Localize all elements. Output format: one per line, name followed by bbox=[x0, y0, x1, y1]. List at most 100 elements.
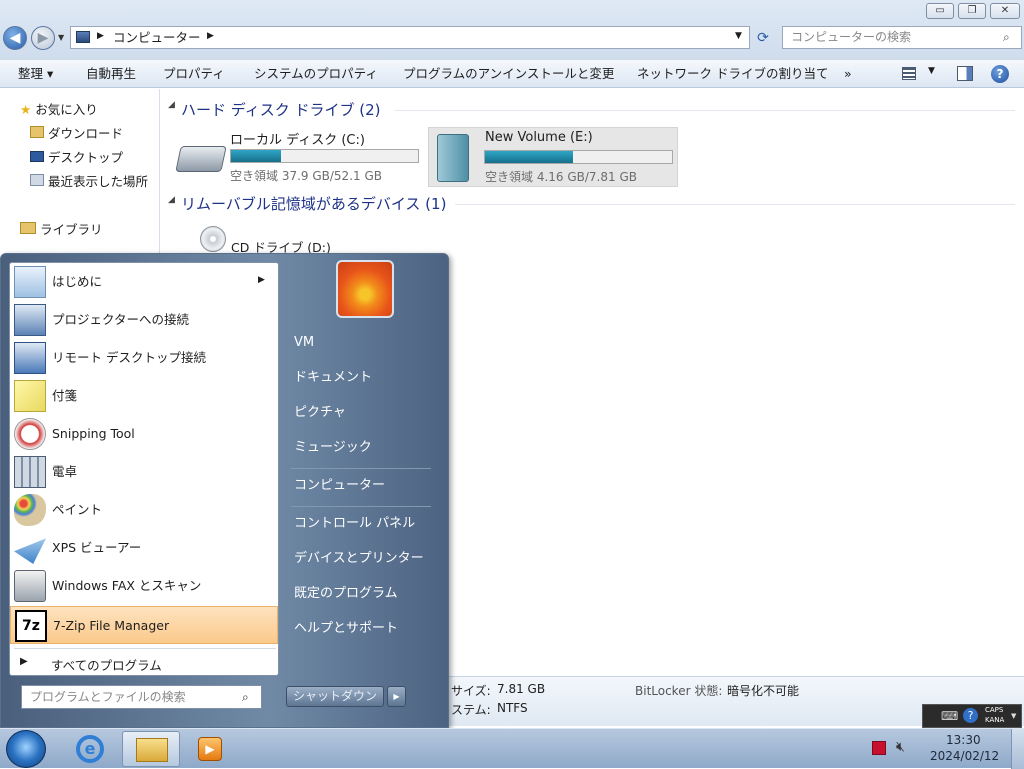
drive-name: New Volume (E:) bbox=[485, 130, 593, 145]
link-computer[interactable]: コンピューター bbox=[286, 471, 441, 501]
volume-icon bbox=[437, 134, 469, 182]
program-sticky-notes[interactable]: 付箋 bbox=[10, 377, 278, 415]
breadcrumb-arrow-icon[interactable]: ▶ bbox=[207, 31, 214, 41]
program-label: 付箋 bbox=[52, 388, 78, 403]
hdd-group-header[interactable]: ハード ディスク ドライブ (2) bbox=[181, 99, 381, 120]
help-icon[interactable]: ? bbox=[963, 708, 978, 723]
collapse-group-icon[interactable]: ◢ bbox=[168, 195, 175, 205]
command-bar: 整理 ▾ 自動再生 プロパティ システムのプロパティ プログラムのアンインストー… bbox=[0, 60, 1024, 88]
program-xps-viewer[interactable]: XPS ビューアー bbox=[10, 529, 278, 567]
program-label: プロジェクターへの接続 bbox=[52, 312, 190, 327]
map-network-drive-button[interactable]: ネットワーク ドライブの割り当て bbox=[637, 60, 828, 88]
minimize-button[interactable]: ▭ bbox=[926, 3, 954, 19]
help-icon[interactable]: ? bbox=[991, 65, 1009, 83]
all-programs-label: すべてのプログラム bbox=[51, 658, 162, 673]
program-connect-projector[interactable]: プロジェクターへの接続 bbox=[10, 301, 278, 339]
all-programs-button[interactable]: ▶ すべてのプログラム bbox=[10, 651, 278, 675]
pinned-programs-list: はじめに ▶ プロジェクターへの接続 リモート デスクトップ接続 付箋 Snip… bbox=[9, 262, 279, 676]
breadcrumb-computer[interactable]: コンピューター bbox=[113, 29, 201, 46]
menu-separator bbox=[291, 468, 431, 469]
autoplay-button[interactable]: 自動再生 bbox=[86, 60, 136, 88]
sticky-notes-icon bbox=[14, 380, 46, 412]
media-player-icon: ▶ bbox=[198, 737, 222, 761]
nav-downloads[interactable]: ダウンロード bbox=[30, 123, 123, 145]
cd-drive-icon bbox=[200, 226, 226, 252]
view-options-icon[interactable] bbox=[902, 67, 916, 80]
nav-libraries[interactable]: ライブラリ bbox=[20, 219, 103, 241]
search-icon[interactable]: ⌕ bbox=[1003, 27, 1010, 48]
address-bar[interactable]: ▶ コンピューター ▶ ▼ bbox=[70, 26, 750, 49]
breadcrumb-arrow-icon[interactable]: ▶ bbox=[97, 31, 104, 41]
shutdown-button[interactable]: シャットダウン bbox=[286, 686, 384, 707]
maximize-button[interactable]: ❐ bbox=[958, 3, 986, 19]
recent-places-icon bbox=[30, 174, 44, 186]
view-dropdown-icon[interactable]: ▼ bbox=[928, 66, 935, 76]
taskbar-internet-explorer[interactable]: e bbox=[62, 731, 120, 767]
link-default-programs[interactable]: 既定のプログラム bbox=[286, 579, 441, 609]
removable-group-header[interactable]: リムーバブル記憶域があるデバイス (1) bbox=[181, 193, 446, 214]
nav-favorites[interactable]: ★ お気に入り bbox=[20, 99, 98, 121]
language-bar-options-icon[interactable]: ▼ bbox=[1011, 712, 1016, 720]
filesystem-label: ステム: bbox=[451, 703, 491, 717]
drive-c[interactable]: ローカル ディスク (C:) 空き領域 37.9 GB/52.1 GB bbox=[174, 126, 424, 186]
user-picture-avatar[interactable] bbox=[336, 260, 394, 318]
program-calculator[interactable]: 電卓 bbox=[10, 453, 278, 491]
keyboard-icon[interactable]: ⌨ bbox=[941, 709, 958, 723]
properties-button[interactable]: プロパティ bbox=[163, 60, 225, 88]
clock-time[interactable]: 13:30 bbox=[946, 733, 981, 747]
link-music[interactable]: ミュージック bbox=[286, 433, 441, 463]
address-dropdown-icon[interactable]: ▼ bbox=[735, 31, 742, 41]
network-error-icon[interactable] bbox=[872, 741, 886, 755]
start-search-placeholder: プログラムとファイルの検索 bbox=[30, 690, 186, 704]
uninstall-program-button[interactable]: プログラムのアンインストールと変更 bbox=[403, 60, 614, 88]
link-documents[interactable]: ドキュメント bbox=[286, 363, 441, 393]
system-properties-button[interactable]: システムのプロパティ bbox=[254, 60, 378, 88]
link-vm[interactable]: VM bbox=[286, 328, 441, 358]
nav-desktop[interactable]: デスクトップ bbox=[30, 147, 123, 169]
start-search-input[interactable]: プログラムとファイルの検索 ⌕ bbox=[21, 685, 262, 709]
link-control-panel[interactable]: コントロール パネル bbox=[286, 509, 441, 539]
more-commands-button[interactable]: » bbox=[844, 60, 852, 88]
collapse-group-icon[interactable]: ◢ bbox=[168, 100, 175, 110]
close-button[interactable]: ✕ bbox=[990, 3, 1020, 19]
organize-button[interactable]: 整理 ▾ bbox=[18, 60, 53, 88]
program-paint[interactable]: ペイント bbox=[10, 491, 278, 529]
program-snipping-tool[interactable]: Snipping Tool bbox=[10, 415, 278, 453]
link-devices-printers[interactable]: デバイスとプリンター bbox=[286, 544, 441, 574]
nav-favorites-label: お気に入り bbox=[35, 102, 98, 117]
volume-muted-icon[interactable]: 🔇︎ bbox=[896, 739, 905, 755]
start-orb-button[interactable] bbox=[6, 730, 46, 768]
show-desktop-button[interactable] bbox=[1011, 729, 1024, 769]
kana-indicator: KANA bbox=[985, 716, 1005, 724]
back-button[interactable]: ◀ bbox=[3, 26, 27, 50]
program-getting-started[interactable]: はじめに ▶ bbox=[10, 263, 278, 301]
program-7zip-file-manager[interactable]: 7z 7-Zip File Manager bbox=[10, 606, 278, 644]
program-label: ペイント bbox=[52, 502, 103, 517]
getting-started-icon bbox=[14, 266, 46, 298]
nav-downloads-label: ダウンロード bbox=[47, 126, 123, 141]
caps-indicator: CAPS bbox=[985, 706, 1004, 714]
menu-separator bbox=[291, 506, 431, 507]
explorer-titlebar: ▭ ❐ ✕ ◀ ▶ ▼ ▶ コンピューター ▶ ▼ ⟳ コンピューターの検索 ⌕ bbox=[0, 0, 1024, 60]
drive-e[interactable]: New Volume (E:) 空き領域 4.16 GB/7.81 GB bbox=[428, 127, 678, 187]
recent-pages-dropdown[interactable]: ▼ bbox=[58, 33, 64, 42]
nav-recent-places[interactable]: 最近表示した場所 bbox=[30, 171, 148, 193]
computer-icon bbox=[76, 31, 90, 43]
hard-disk-icon bbox=[175, 146, 227, 172]
link-pictures[interactable]: ピクチャ bbox=[286, 398, 441, 428]
preview-pane-icon[interactable] bbox=[957, 66, 973, 81]
search-input[interactable]: コンピューターの検索 ⌕ bbox=[782, 26, 1022, 49]
taskbar-media-player[interactable]: ▶ bbox=[182, 731, 240, 767]
forward-button[interactable]: ▶ bbox=[31, 26, 55, 50]
taskbar-windows-explorer[interactable] bbox=[122, 731, 180, 767]
program-windows-fax-scan[interactable]: Windows FAX とスキャン bbox=[10, 567, 278, 605]
drive-free-space: 空き領域 37.9 GB/52.1 GB bbox=[230, 169, 382, 183]
clock-date[interactable]: 2024/02/12 bbox=[930, 749, 999, 763]
search-icon: ⌕ bbox=[242, 690, 249, 704]
shutdown-options-arrow-icon[interactable]: ▶ bbox=[387, 686, 406, 707]
refresh-icon[interactable]: ⟳ bbox=[753, 28, 773, 48]
program-remote-desktop[interactable]: リモート デスクトップ接続 bbox=[10, 339, 278, 377]
link-help-support[interactable]: ヘルプとサポート bbox=[286, 614, 441, 644]
paint-palette-icon bbox=[14, 494, 46, 526]
all-programs-arrow-icon: ▶ bbox=[20, 656, 28, 667]
